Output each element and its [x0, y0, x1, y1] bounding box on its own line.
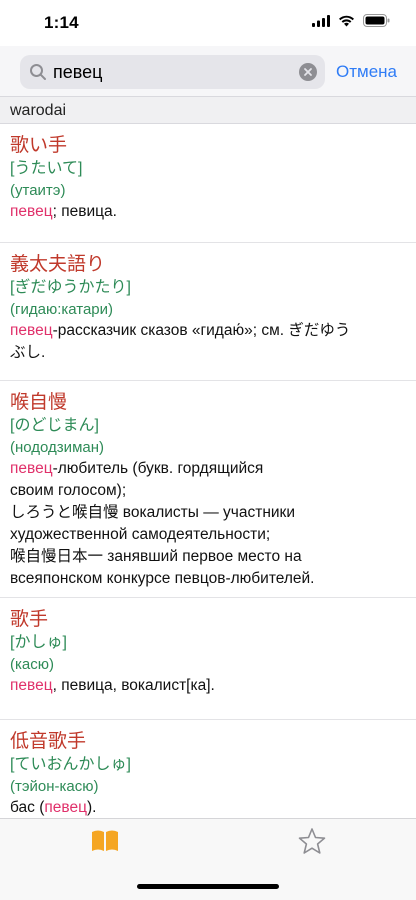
search-bar: Отмена: [0, 46, 416, 96]
list-item[interactable]: 義太夫語り [ぎだゆうかたり] (гидаю:катари) певец-рас…: [0, 243, 416, 381]
meaning-text: ぶし.: [10, 344, 46, 361]
wifi-icon: [338, 14, 355, 32]
section-title: warodai: [10, 102, 67, 119]
entry-word: 低音歌手: [10, 731, 87, 752]
entry-reading: (гидаю:катари): [10, 301, 114, 318]
list-item[interactable]: 喉自慢 [のどじまん] (нододзиман) певец-любитель …: [0, 381, 416, 598]
meaning-text: -рассказчик сказов «гидаю́»; см. ぎだゆう: [52, 322, 351, 339]
entry-word: 喉自慢: [10, 392, 68, 413]
home-indicator: [137, 884, 279, 889]
entry-reading: (касю): [10, 656, 54, 673]
entry-kana: [かしゅ]: [10, 634, 67, 651]
search-icon: [29, 63, 47, 81]
signal-icon: [312, 14, 330, 32]
highlight-term: певец: [44, 799, 87, 816]
meaning-text: ).: [86, 799, 97, 816]
entry-kana: [のどじまん]: [10, 417, 99, 434]
clear-search-icon[interactable]: [299, 63, 317, 81]
section-header: warodai: [0, 96, 416, 124]
status-time: 1:14: [44, 13, 79, 32]
results-list: 歌い手 [うたいて] (утаитэ) певец; певица. 義太夫語り…: [0, 124, 416, 818]
tab-dictionary[interactable]: [91, 829, 119, 853]
highlight-term: певец: [10, 460, 53, 477]
book-icon: [91, 830, 119, 857]
meaning-text: しろうと喉自慢 вокалисты — участники: [10, 504, 295, 521]
entry-kana: [ていおんかしゅ]: [10, 756, 131, 773]
entry-meaning: бас (певец).: [10, 797, 402, 818]
highlight-term: певец: [10, 203, 53, 220]
status-icons: [312, 14, 390, 32]
meaning-text: всеяпонском конкурсе певцов-любителей.: [10, 570, 315, 587]
meaning-text: ; певица.: [52, 203, 117, 220]
meaning-text: , певица, вокалист[ка].: [52, 677, 215, 694]
entry-reading: (нододзиман): [10, 439, 104, 456]
list-item[interactable]: 低音歌手 [ていおんかしゅ] (тэйон-касю) бас (певец).: [0, 720, 416, 818]
highlight-term: певец: [10, 677, 53, 694]
tab-favorites[interactable]: [298, 827, 326, 855]
cancel-button[interactable]: Отмена: [336, 62, 397, 82]
meaning-text: -любитель (букв. гордящийся: [52, 460, 264, 477]
entry-meaning: певец; певица.: [10, 201, 402, 223]
meaning-text: 喉自慢日本一 занявший первое место на: [10, 548, 302, 565]
entry-word: 歌い手: [10, 135, 68, 156]
meaning-text: бас (: [10, 799, 45, 816]
highlight-term: певец: [10, 322, 53, 339]
entry-meaning: певец, певица, вокалист[ка].: [10, 675, 402, 697]
status-bar: 1:14: [0, 0, 416, 46]
entry-kana: [ぎだゆうかたり]: [10, 279, 131, 296]
entry-reading: (утаитэ): [10, 182, 66, 199]
entry-meaning: певец-рассказчик сказов «гидаю́»; см. ぎだ…: [10, 320, 402, 364]
meaning-text: своим голосом);: [10, 482, 127, 499]
entry-meaning: певец-любитель (букв. гордящийся своим г…: [10, 458, 402, 590]
list-item[interactable]: 歌い手 [うたいて] (утаитэ) певец; певица.: [0, 124, 416, 243]
search-field[interactable]: [20, 55, 325, 89]
entry-word: 義太夫語り: [10, 254, 106, 275]
entry-kana: [うたいて]: [10, 160, 83, 177]
entry-word: 歌手: [10, 609, 49, 630]
meaning-text: художественной самодеятельности;: [10, 526, 271, 543]
list-item[interactable]: 歌手 [かしゅ] (касю) певец, певица, вокалист[…: [0, 598, 416, 720]
star-icon: [298, 828, 326, 859]
entry-reading: (тэйон-касю): [10, 778, 99, 795]
battery-icon: [363, 14, 390, 32]
search-input[interactable]: [53, 55, 293, 89]
